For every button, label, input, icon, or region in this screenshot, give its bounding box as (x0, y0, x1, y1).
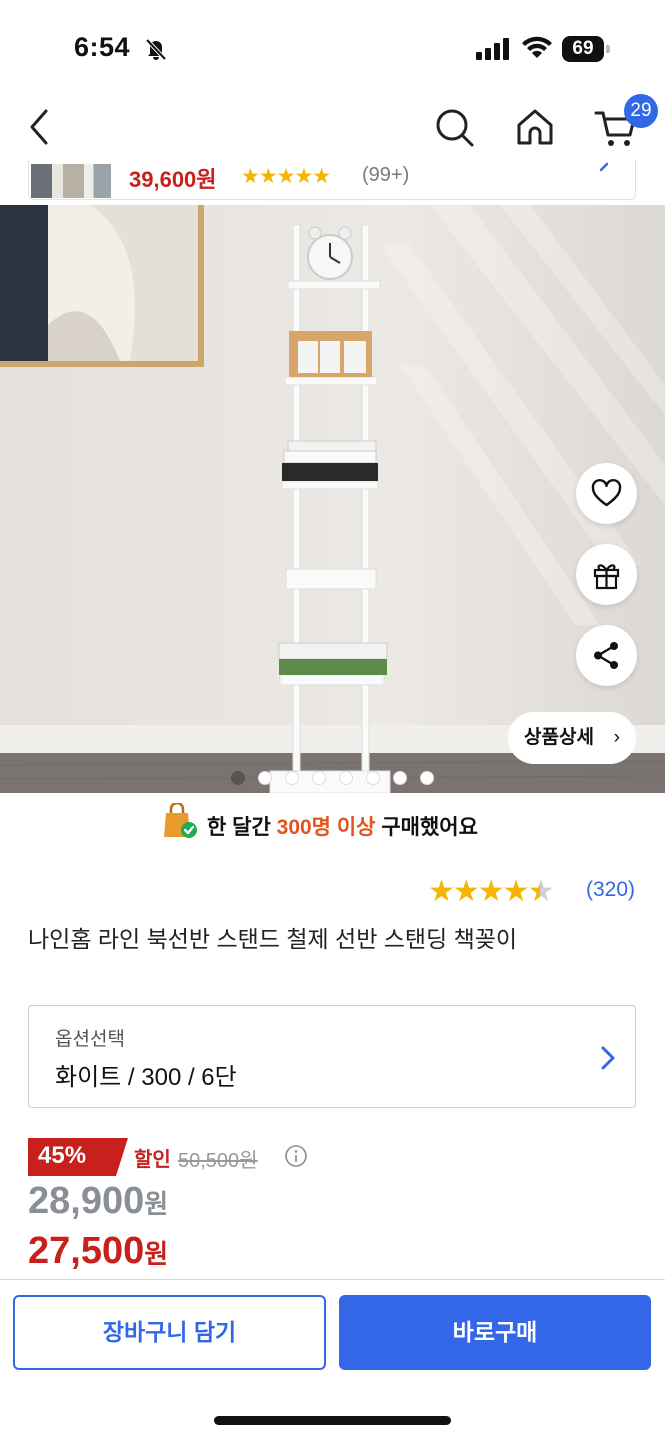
carousel-dot[interactable] (312, 771, 326, 785)
gift-icon (593, 564, 620, 590)
wifi-icon (522, 36, 552, 58)
status-bar: 6:54 69 (0, 0, 665, 95)
carousel-dot[interactable] (258, 771, 272, 785)
product-detail-button[interactable]: 상품상세 › (508, 712, 636, 764)
original-price: 50,500원 (178, 1150, 258, 1172)
home-indicator[interactable] (214, 1416, 451, 1425)
currency-unit: 원 (144, 1189, 169, 1219)
carousel-dot[interactable] (339, 771, 353, 785)
product-thumbnail (31, 164, 111, 198)
coupon-price-value: 28,900 (28, 1180, 145, 1222)
chevron-right-icon: › (613, 727, 620, 748)
purchase-highlight: 300명 이상 (276, 816, 376, 839)
sticky-product-summary[interactable]: 39,600원 ★★★★★ (99+) (28, 160, 636, 200)
product-detail-label: 상품상세 (524, 727, 594, 748)
rating-full-stars: ★★★★ (428, 875, 530, 908)
share-icon (594, 642, 618, 669)
carousel-dot[interactable] (366, 771, 380, 785)
home-icon[interactable] (513, 105, 557, 149)
sticky-rating-stars: ★★★★★ (241, 165, 331, 188)
discount-row: 45% 할인 50,500원 (28, 1138, 428, 1176)
shopping-bag-check-icon (164, 803, 197, 838)
discount-badge: 45% (28, 1138, 128, 1176)
rating-half-star: ★ (527, 875, 555, 908)
discount-percent: 45% (38, 1142, 87, 1169)
cart-count-badge: 29 (624, 94, 658, 128)
product-image-carousel[interactable]: 상품상세 › (0, 205, 665, 793)
signal-icon (476, 38, 509, 60)
carousel-dot[interactable] (420, 771, 434, 785)
bell-off-icon (145, 38, 167, 61)
purchase-prefix: 한 달간 (207, 816, 277, 839)
currency-unit: 원 (144, 1239, 169, 1269)
sticky-review-count: (99+) (362, 164, 410, 186)
wishlist-button[interactable] (576, 463, 637, 524)
buy-now-button[interactable]: 바로구매 (339, 1295, 651, 1370)
back-arrow-icon[interactable] (20, 105, 64, 149)
purchase-suffix: 구매했어요 (375, 816, 478, 839)
final-price: 27,500원 (28, 1230, 168, 1273)
add-to-cart-button[interactable]: 장바구니 담기 (13, 1295, 326, 1370)
chevron-right-icon (601, 1046, 615, 1070)
top-nav-bar (0, 95, 665, 160)
review-count-link[interactable]: (320) (586, 878, 635, 902)
option-label: 옵션선택 (55, 1029, 125, 1050)
carousel-dot[interactable] (285, 771, 299, 785)
rating-stars: ★★★★★ (428, 874, 555, 909)
carousel-dot[interactable] (393, 771, 407, 785)
discount-word: 할인 (134, 1149, 171, 1171)
chevron-icon (599, 162, 609, 172)
option-value: 화이트 / 300 / 6단 (55, 1064, 237, 1091)
product-title: 나인홈 라인 북선반 스탠드 철제 선반 스탠딩 책꽂이 (28, 926, 518, 952)
battery-level: 69 (562, 36, 604, 62)
option-selector[interactable]: 옵션선택 화이트 / 300 / 6단 (28, 1005, 636, 1108)
sticky-price: 39,600원 (129, 167, 217, 192)
share-button[interactable] (576, 625, 637, 686)
info-icon[interactable] (284, 1144, 308, 1168)
search-icon[interactable] (432, 105, 476, 149)
final-price-value: 27,500 (28, 1230, 145, 1272)
coupon-price: 28,900원 (28, 1180, 168, 1223)
gift-button[interactable] (576, 544, 637, 605)
product-photo (0, 205, 665, 793)
purchase-count-banner: 한 달간 300명 이상 구매했어요 (0, 803, 665, 843)
heart-icon (591, 479, 622, 507)
battery-indicator: 69 (562, 36, 610, 62)
carousel-dot[interactable] (231, 771, 245, 785)
status-time: 6:54 (74, 32, 131, 62)
